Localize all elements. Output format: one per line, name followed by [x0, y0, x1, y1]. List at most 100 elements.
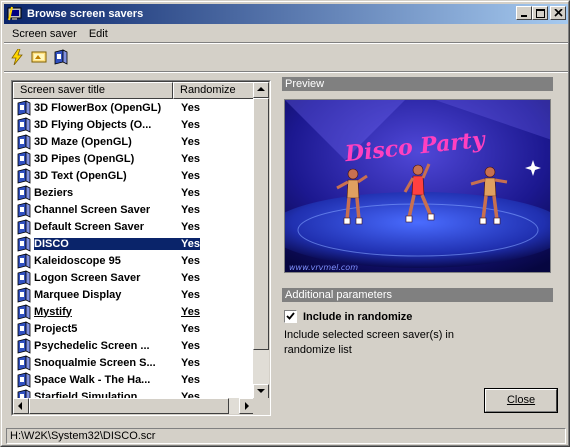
randomize-value: Yes — [181, 373, 200, 386]
properties-icon — [54, 49, 68, 65]
list-item[interactable]: Project5 Yes — [13, 320, 255, 337]
list-rows: 3D FlowerBox (OpenGL) Yes 3D Flying Object… — [13, 99, 255, 405]
preview-heading: Preview — [282, 77, 553, 91]
list-item[interactable]: Logon Screen Saver Yes — [13, 269, 255, 286]
maximize-icon — [536, 9, 545, 18]
list-item[interactable]: 3D Text (OpenGL) Yes — [13, 167, 255, 184]
disco-preview-image: Disco Party www.vrvmel.com — [285, 100, 550, 272]
screen-saver-title: Channel Screen Saver — [34, 203, 151, 216]
properties-button[interactable] — [50, 46, 72, 68]
vertical-scroll-thumb[interactable] — [253, 98, 269, 350]
list-item[interactable]: 3D Maze (OpenGL) Yes — [13, 133, 255, 150]
screen-saver-icon — [16, 133, 32, 150]
randomize-value: Yes — [181, 288, 200, 301]
screen-saver-icon — [16, 252, 32, 269]
horizontal-scrollbar[interactable] — [13, 398, 255, 414]
close-window-button[interactable] — [550, 6, 566, 20]
randomize-value: Yes — [181, 186, 200, 199]
menu-screen-saver[interactable]: Screen saver — [6, 28, 83, 40]
run-button[interactable] — [6, 46, 28, 68]
close-button[interactable]: Close — [484, 388, 558, 413]
list-item[interactable]: Psychedelic Screen ... Yes — [13, 337, 255, 354]
screen-saver-title: Marquee Display — [34, 288, 122, 301]
list-item[interactable]: Default Screen Saver Yes — [13, 218, 255, 235]
menu-edit[interactable]: Edit — [83, 28, 114, 40]
list-item[interactable]: Beziers Yes — [13, 184, 255, 201]
list-item[interactable]: DISCO Yes — [13, 235, 255, 252]
screen-saver-icon — [16, 269, 32, 286]
arrow-up-icon — [257, 87, 265, 91]
screen-saver-title: Psychedelic Screen ... — [34, 339, 150, 352]
randomize-value: Yes — [181, 220, 200, 233]
list-item[interactable]: 3D Pipes (OpenGL) Yes — [13, 150, 255, 167]
arrow-left-icon — [18, 402, 22, 410]
list-item[interactable]: Channel Screen Saver Yes — [13, 201, 255, 218]
screen-saver-title: Snoqualmie Screen S... — [34, 356, 156, 369]
horizontal-scroll-thumb[interactable] — [29, 398, 229, 414]
include-randomize-row[interactable]: Include in randomize — [284, 310, 412, 323]
menu-bar: Screen saver Edit — [6, 25, 114, 42]
list-item[interactable]: Mystify Yes — [13, 303, 255, 320]
randomize-value: Yes — [181, 135, 200, 148]
screen-saver-title: DISCO — [34, 237, 175, 250]
randomize-value: Yes — [181, 339, 200, 352]
screen-saver-icon — [16, 337, 32, 354]
screen-saver-title: 3D Maze (OpenGL) — [34, 135, 132, 148]
screen-saver-list[interactable]: Screen saver title Randomize 3D FlowerBo… — [11, 80, 271, 416]
screen-saver-icon — [16, 116, 32, 133]
toolbar — [6, 46, 72, 68]
screen-saver-icon — [16, 303, 32, 320]
list-item[interactable]: Space Walk - The Ha... Yes — [13, 371, 255, 388]
column-header-randomize[interactable]: Randomize — [173, 82, 255, 99]
screen-saver-title: Logon Screen Saver — [34, 271, 141, 284]
screen-saver-title: 3D Pipes (OpenGL) — [34, 152, 135, 165]
list-item[interactable]: Marquee Display Yes — [13, 286, 255, 303]
arrow-down-icon — [257, 389, 265, 393]
column-header-title[interactable]: Screen saver title — [13, 82, 173, 99]
randomize-value: Yes — [181, 254, 200, 267]
preview-button[interactable] — [28, 46, 50, 68]
close-icon — [554, 9, 563, 17]
additional-parameters-heading: Additional parameters — [282, 288, 553, 302]
checkmark-icon — [286, 312, 295, 320]
scroll-left-button[interactable] — [13, 398, 29, 414]
title-bar[interactable]: Browse screen savers — [4, 4, 568, 24]
randomize-value: Yes — [181, 322, 200, 335]
preview-url: www.vrvmel.com — [289, 263, 358, 272]
list-item[interactable]: Kaleidoscope 95 Yes — [13, 252, 255, 269]
randomize-value: Yes — [181, 152, 200, 165]
screen-saver-title: Kaleidoscope 95 — [34, 254, 121, 267]
screen-saver-icon — [16, 218, 32, 235]
maximize-button[interactable] — [532, 6, 548, 20]
minimize-button[interactable] — [516, 6, 532, 20]
list-item[interactable]: 3D Flying Objects (O... Yes — [13, 116, 255, 133]
randomize-value: Yes — [181, 271, 200, 284]
list-item[interactable]: 3D FlowerBox (OpenGL) Yes — [13, 99, 255, 116]
screen-saver-title: 3D FlowerBox (OpenGL) — [34, 101, 162, 114]
app-window: Browse screen savers Screen saver Edit S… — [0, 0, 570, 447]
list-item[interactable]: Snoqualmie Screen S... Yes — [13, 354, 255, 371]
screen-saver-icon — [16, 286, 32, 303]
arrow-right-icon — [245, 402, 249, 410]
screen-saver-title: Space Walk - The Ha... — [34, 373, 151, 386]
randomize-value: Yes — [175, 237, 200, 250]
randomize-value: Yes — [181, 356, 200, 369]
minimize-icon — [521, 15, 527, 17]
randomize-value: Yes — [181, 101, 200, 114]
close-button-label: Close — [506, 394, 536, 406]
screen-saver-icon — [16, 235, 32, 252]
include-randomize-checkbox[interactable] — [284, 310, 297, 323]
randomize-description: Include selected screen saver(s) in rand… — [284, 329, 454, 356]
toolbar-separator — [4, 71, 568, 73]
screen-saver-title: Project5 — [34, 322, 78, 335]
status-path: H:\W2K\System32\DISCO.scr — [6, 428, 566, 444]
screen-saver-icon — [16, 354, 32, 371]
screen-saver-icon — [16, 371, 32, 388]
scroll-up-button[interactable] — [253, 82, 269, 98]
screen-saver-title: 3D Flying Objects (O... — [34, 118, 152, 131]
vertical-scrollbar[interactable] — [253, 82, 269, 400]
run-icon — [11, 49, 23, 65]
screen-saver-icon — [16, 167, 32, 184]
preview-icon — [31, 51, 47, 63]
include-randomize-label[interactable]: Include in randomize — [303, 311, 412, 323]
